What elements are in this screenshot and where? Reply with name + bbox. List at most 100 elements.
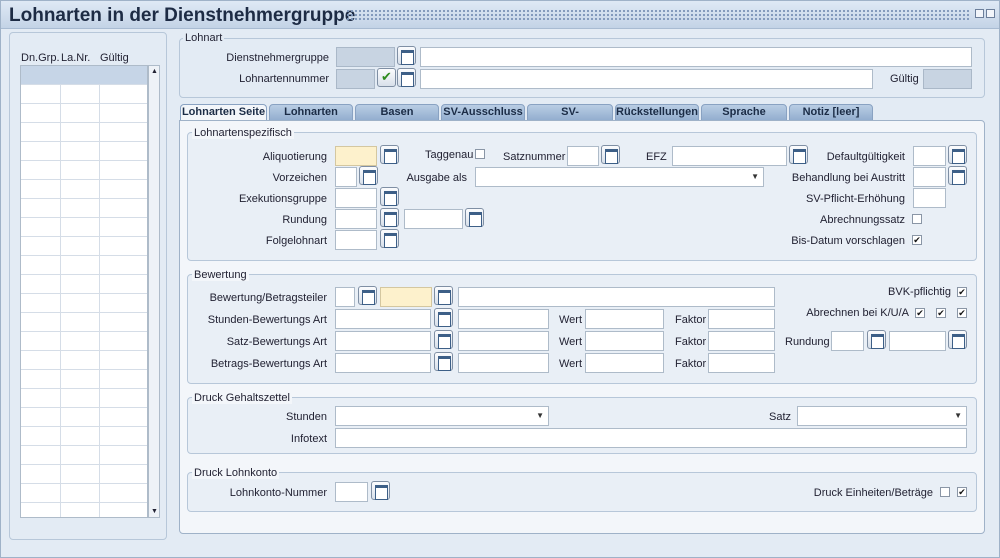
stunden-select[interactable]: ▼ xyxy=(335,406,549,426)
stunden-wert-field[interactable] xyxy=(585,309,664,329)
folgelohnart-lookup-icon[interactable] xyxy=(380,229,399,248)
table-row[interactable] xyxy=(21,465,147,484)
lohnkonto-nummer-lookup-icon[interactable] xyxy=(371,481,390,500)
betragsteiler-text[interactable] xyxy=(458,287,775,307)
folgelohnart-field[interactable] xyxy=(335,230,377,250)
bewertung-rundung-field[interactable] xyxy=(831,331,864,351)
sv-pflicht-field[interactable] xyxy=(913,188,946,208)
betrags-art-field[interactable] xyxy=(335,353,431,373)
betrags-art-lookup-icon[interactable] xyxy=(434,352,453,371)
rundung-field[interactable] xyxy=(335,209,377,229)
betragsteiler-value-lookup-icon[interactable] xyxy=(434,286,453,305)
betrags-art-text[interactable] xyxy=(458,353,549,373)
maximize-icon[interactable] xyxy=(986,9,995,18)
table-row[interactable] xyxy=(21,199,147,218)
satz-select[interactable]: ▼ xyxy=(797,406,967,426)
table-row[interactable] xyxy=(21,218,147,237)
table-row[interactable] xyxy=(21,66,147,85)
tab-rueckstellungen[interactable]: Rückstellungen xyxy=(615,104,699,121)
vorzeichen-lookup-icon[interactable] xyxy=(359,166,378,185)
lohnartennummer-lookup-icon[interactable] xyxy=(397,68,416,87)
bewertung-rundung-text[interactable] xyxy=(889,331,946,351)
satznummer-lookup-icon[interactable] xyxy=(601,145,620,164)
defaultgueltigkeit-field[interactable] xyxy=(913,146,946,166)
aliquotierung-lookup-icon[interactable] xyxy=(380,145,399,164)
minimize-icon[interactable] xyxy=(975,9,984,18)
abrechnungssatz-checkbox[interactable] xyxy=(912,214,922,224)
satz-art-field[interactable] xyxy=(335,331,431,351)
dienstnehmergruppe-text[interactable] xyxy=(420,47,972,67)
satz-art-lookup-icon[interactable] xyxy=(434,330,453,349)
col-dn-grp[interactable]: Dn.Grp. xyxy=(21,52,60,64)
betrags-faktor-field[interactable] xyxy=(708,353,775,373)
bis-datum-checkbox[interactable]: ✔ xyxy=(912,235,922,245)
rundung-lookup-icon[interactable] xyxy=(380,208,399,227)
betragsteiler-lookup-icon[interactable] xyxy=(358,286,377,305)
betrags-wert-field[interactable] xyxy=(585,353,664,373)
table-row[interactable] xyxy=(21,389,147,408)
infotext-field[interactable] xyxy=(335,428,967,448)
lohnarten-grid[interactable] xyxy=(20,65,148,518)
table-row[interactable] xyxy=(21,408,147,427)
behandlung-austritt-field[interactable] xyxy=(913,167,946,187)
bewertung-rundung-lookup-icon[interactable] xyxy=(867,330,886,349)
table-row[interactable] xyxy=(21,484,147,503)
table-row[interactable] xyxy=(21,313,147,332)
kua-k-checkbox[interactable]: ✔ xyxy=(915,308,925,318)
kua-a-checkbox[interactable]: ✔ xyxy=(957,308,967,318)
rundung-text[interactable] xyxy=(404,209,463,229)
bewertung-rundung-text-lookup-icon[interactable] xyxy=(948,330,967,349)
tab-sv-ausschluss[interactable]: SV-Ausschluss xyxy=(441,104,525,121)
aliquotierung-field[interactable] xyxy=(335,146,377,166)
table-row[interactable] xyxy=(21,104,147,123)
satz-art-text[interactable] xyxy=(458,331,549,351)
satz-faktor-field[interactable] xyxy=(708,331,775,351)
betragsteiler-field[interactable] xyxy=(335,287,355,307)
lohnartennummer-text[interactable] xyxy=(420,69,873,89)
stunden-art-lookup-icon[interactable] xyxy=(434,308,453,327)
tab-notiz[interactable]: Notiz [leer] xyxy=(789,104,873,121)
scroll-up-icon[interactable]: ▲ xyxy=(151,68,158,75)
vorzeichen-field[interactable] xyxy=(335,167,357,187)
tab-sprache[interactable]: Sprache xyxy=(701,104,787,121)
table-row[interactable] xyxy=(21,180,147,199)
bvk-checkbox[interactable]: ✔ xyxy=(957,287,967,297)
table-row[interactable] xyxy=(21,123,147,142)
table-row[interactable] xyxy=(21,294,147,313)
tab-basen[interactable]: Basen xyxy=(355,104,439,121)
behandlung-austritt-lookup-icon[interactable] xyxy=(948,166,967,185)
tab-seite-2[interactable]: Lohnarten Seite 2 xyxy=(269,104,353,133)
stunden-art-text[interactable] xyxy=(458,309,549,329)
scroll-down-icon[interactable]: ▼ xyxy=(151,508,158,515)
col-gueltig[interactable]: Gültig xyxy=(100,52,129,64)
einheiten-checkbox-1[interactable] xyxy=(940,487,950,497)
einheiten-checkbox-2[interactable]: ✔ xyxy=(957,487,967,497)
dienstnehmergruppe-field[interactable] xyxy=(336,47,395,67)
exekutionsgruppe-lookup-icon[interactable] xyxy=(380,187,399,206)
gueltig-field[interactable] xyxy=(923,69,972,89)
rundung-text-lookup-icon[interactable] xyxy=(465,208,484,227)
table-row[interactable] xyxy=(21,256,147,275)
satz-wert-field[interactable] xyxy=(585,331,664,351)
table-row[interactable] xyxy=(21,427,147,446)
exekutionsgruppe-field[interactable] xyxy=(335,188,377,208)
check-icon[interactable] xyxy=(377,68,396,87)
table-row[interactable] xyxy=(21,446,147,465)
table-row[interactable] xyxy=(21,85,147,104)
table-row[interactable] xyxy=(21,142,147,161)
tab-sv-ergaenzungen[interactable]: SV-Ergänzungen xyxy=(527,104,613,133)
table-row[interactable] xyxy=(21,275,147,294)
kua-u-checkbox[interactable]: ✔ xyxy=(936,308,946,318)
grid-scrollbar[interactable]: ▲ ▼ xyxy=(148,65,160,518)
defaultgueltigkeit-lookup-icon[interactable] xyxy=(948,145,967,164)
table-row[interactable] xyxy=(21,161,147,180)
table-row[interactable] xyxy=(21,237,147,256)
betragsteiler-value[interactable] xyxy=(380,287,432,307)
lohnartennummer-field[interactable] xyxy=(336,69,375,89)
satznummer-field[interactable] xyxy=(567,146,599,166)
table-row[interactable] xyxy=(21,351,147,370)
table-row[interactable] xyxy=(21,370,147,389)
table-row[interactable] xyxy=(21,332,147,351)
lohnkonto-nummer-field[interactable] xyxy=(335,482,368,502)
dienstnehmergruppe-lookup-icon[interactable] xyxy=(397,46,416,65)
